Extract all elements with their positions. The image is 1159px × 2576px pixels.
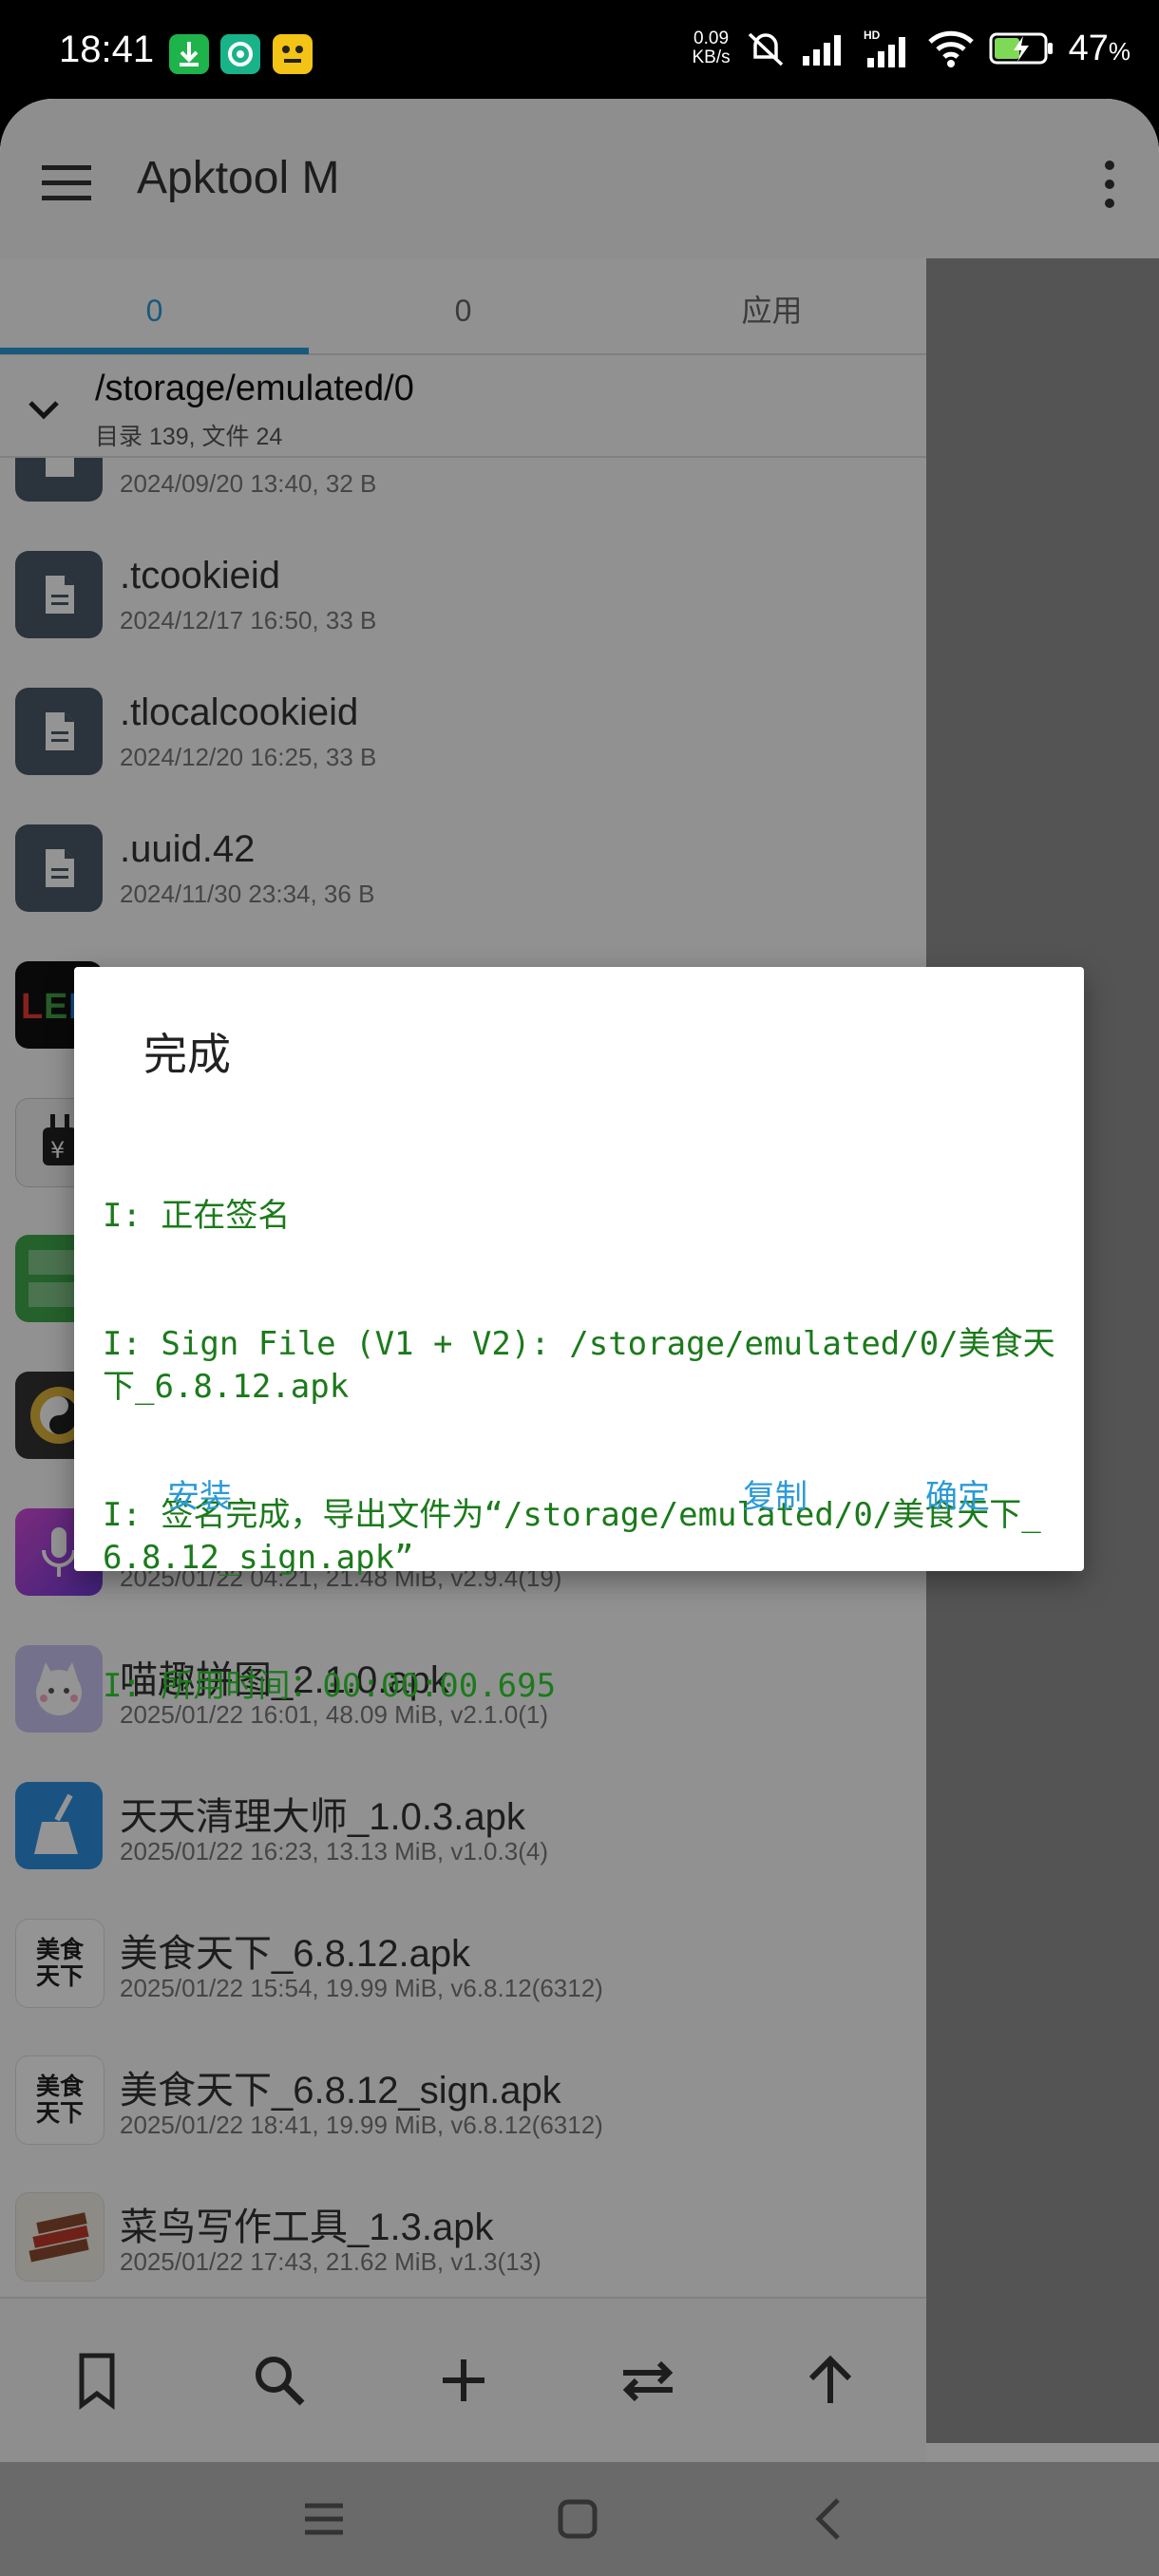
back-icon[interactable] bbox=[802, 2491, 859, 2548]
network-speed-unit: KB/s bbox=[692, 47, 731, 67]
status-right-group: 0.09 KB/s HD 47% bbox=[692, 27, 1130, 70]
download-notification-icon bbox=[169, 34, 209, 74]
log-line: I: 正在签名 bbox=[103, 1197, 291, 1235]
status-time: 18:41 bbox=[59, 28, 155, 70]
install-button[interactable]: 安装 bbox=[148, 1461, 251, 1526]
log-line: I: 所用时间：00:00:00.695 bbox=[103, 1667, 557, 1705]
seven-app-notification-icon bbox=[273, 34, 313, 74]
network-speed-value: 0.09 bbox=[694, 28, 730, 48]
wifi-icon bbox=[927, 30, 974, 67]
battery-percent: 47% bbox=[1068, 28, 1130, 68]
status-bar: 18:41 0.09 KB/s HD 47% bbox=[0, 0, 1159, 99]
system-nav-bar bbox=[0, 2462, 1159, 2576]
log-line: I: Sign File (V1 + V2): /storage/emulate… bbox=[103, 1325, 1055, 1406]
dialog-log: I: 正在签名 I: Sign File (V1 + V2): /storage… bbox=[103, 1109, 1062, 1793]
hd-signal-icon: HD bbox=[864, 28, 905, 67]
ok-button[interactable]: 确定 bbox=[906, 1461, 1009, 1526]
completion-dialog: 完成 I: 正在签名 I: Sign File (V1 + V2): /stor… bbox=[74, 967, 1084, 1705]
network-speed: 0.09 KB/s bbox=[692, 29, 730, 67]
sync-app-notification-icon bbox=[220, 34, 260, 74]
battery-charging-icon bbox=[989, 32, 1053, 65]
svg-text:HD: HD bbox=[864, 28, 881, 42]
home-icon[interactable] bbox=[549, 2491, 606, 2548]
silent-bell-icon bbox=[748, 32, 783, 66]
dialog-title: 完成 bbox=[143, 1030, 231, 1079]
recent-apps-icon[interactable] bbox=[295, 2491, 352, 2548]
copy-button[interactable]: 复制 bbox=[724, 1461, 826, 1526]
signal-strength-icon bbox=[802, 35, 841, 66]
